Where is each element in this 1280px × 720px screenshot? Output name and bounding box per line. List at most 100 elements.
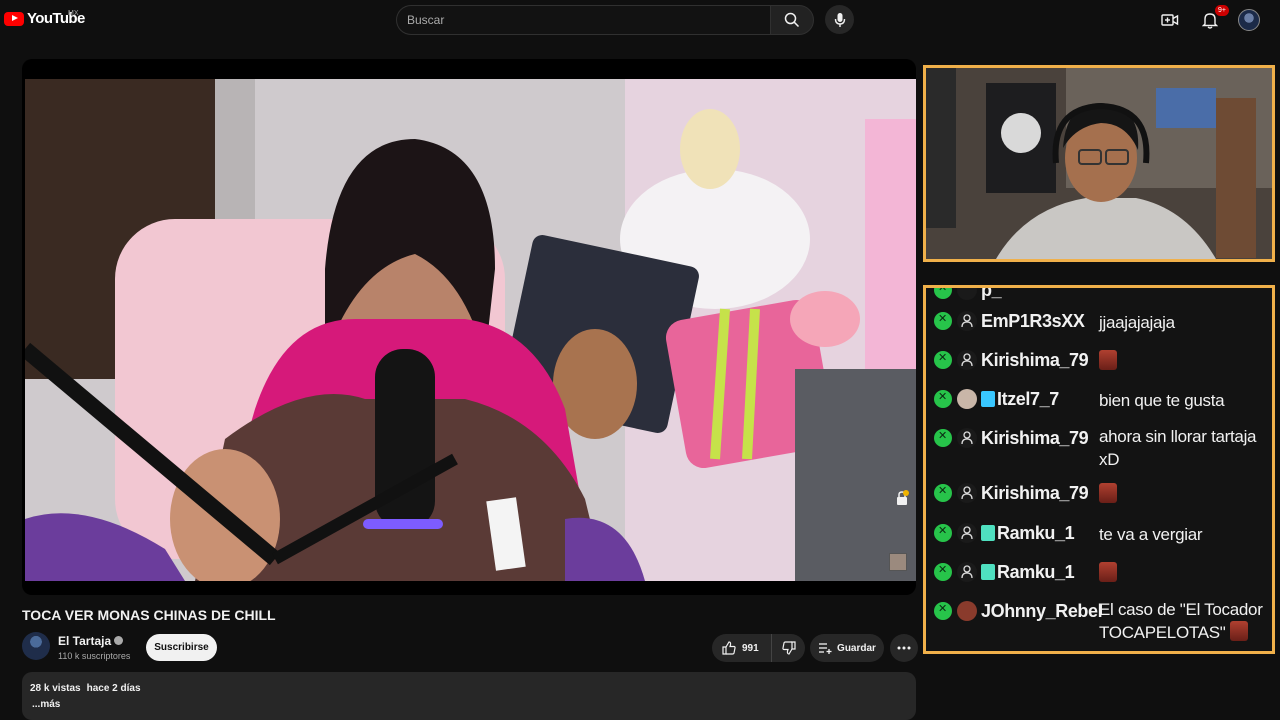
video-frame[interactable] [25, 79, 916, 581]
video-meta: 28 k vistas hace 2 días [30, 683, 147, 694]
video-player[interactable] [22, 59, 916, 595]
moderator-badge-icon [934, 602, 952, 620]
chat-text-continued: TOCAPELOTAS" [1099, 621, 1248, 644]
youtube-play-icon [4, 11, 24, 26]
like-button[interactable]: 991 [712, 634, 772, 662]
notifications-button[interactable]: 9+ [1198, 5, 1229, 32]
moderator-badge-icon [934, 563, 952, 581]
chat-username: Kirishima_79 [981, 350, 1089, 370]
view-count: 28 k vistas [30, 683, 81, 694]
chat-text: bien que te gusta [1099, 391, 1225, 410]
user-icon [957, 562, 977, 582]
like-count: 991 [742, 642, 759, 654]
chat-message: Kirishima_79 [934, 428, 1089, 449]
chat-avatar [957, 601, 977, 621]
notification-badge: 9+ [1215, 5, 1229, 16]
save-button[interactable]: Guardar [810, 634, 884, 662]
moderator-badge-icon [934, 390, 952, 408]
page: YouTube MX Buscar 9+ TOCA VER MONAS CHIN… [0, 0, 1280, 720]
moderator-badge-icon [934, 288, 952, 299]
create-button[interactable] [1158, 8, 1182, 32]
region-code: MX [68, 10, 79, 17]
chat-text-continued: xD [1099, 450, 1120, 469]
lock-icon [895, 490, 909, 511]
emote-icon [1099, 350, 1117, 370]
verified-icon [114, 636, 124, 645]
chat-text: El caso de "El Tocador [1099, 600, 1263, 619]
top-bar: YouTube MX Buscar 9+ [0, 0, 1280, 40]
emote-icon [1229, 621, 1248, 641]
chat-username: JOhnny_Rebel [981, 601, 1103, 621]
chat-username: Itzel7_7 [997, 389, 1059, 409]
thumbs-up-icon [722, 641, 736, 655]
chat-username: Kirishima_79 [981, 483, 1089, 503]
chat-message: Ramku_1 [934, 523, 1075, 544]
chat-text: ahora sin llorar tartaja [1099, 427, 1257, 446]
channel-watermark[interactable] [889, 553, 907, 571]
subscriber-count: 110 k suscriptores [58, 651, 131, 661]
show-more-link[interactable]: ...más [32, 699, 60, 710]
webcam-overlay [923, 65, 1275, 262]
chat-message: Kirishima_79 [934, 483, 1089, 504]
moderator-badge-icon [934, 484, 952, 502]
video-frame-image [25, 79, 916, 581]
user-icon [957, 523, 977, 543]
thumbs-down-icon [781, 641, 796, 655]
chat-message: Ramku_1 [934, 562, 1075, 583]
save-label: Guardar [837, 642, 876, 654]
playlist-add-icon [819, 643, 832, 654]
channel-avatar[interactable] [22, 632, 50, 660]
gift-badge-icon [981, 564, 995, 580]
gift-badge-icon [981, 525, 995, 541]
microphone-icon [834, 12, 845, 27]
dislike-button[interactable] [772, 641, 805, 655]
chat-text: jjaajajajaja [1099, 313, 1175, 332]
chat-username: Ramku_1 [997, 562, 1075, 582]
more-horizontal-icon [897, 646, 911, 650]
chat-emote [1099, 562, 1117, 585]
header-actions: 9+ [1158, 5, 1260, 32]
subscribe-button[interactable]: Suscribirse [146, 634, 217, 661]
moderator-badge-icon [934, 351, 952, 369]
webcam-image [926, 68, 1272, 259]
chat-message: Itzel7_7 [934, 389, 1059, 410]
user-icon [957, 428, 977, 448]
subscriber-badge-icon [981, 391, 995, 407]
channel-name[interactable]: El Tartaja [58, 634, 124, 648]
chat-message: EmP1R3sXX [934, 311, 1085, 332]
chat-message: Kirishima_79 [934, 350, 1089, 371]
chat-username: Kirishima_79 [981, 428, 1089, 448]
moderator-badge-icon [934, 429, 952, 447]
chat-username: Ramku_1 [997, 523, 1075, 543]
search-bar: Buscar [396, 5, 814, 35]
search-input[interactable]: Buscar [396, 5, 770, 35]
chat-text-line: TOCAPELOTAS" [1099, 623, 1226, 642]
chat-emote [1099, 350, 1117, 373]
emote-icon [1099, 483, 1117, 503]
user-icon [957, 311, 977, 331]
channel-name-text[interactable]: El Tartaja [58, 634, 111, 648]
account-avatar[interactable] [1238, 9, 1260, 31]
voice-search-button[interactable] [825, 5, 854, 34]
chat-avatar [957, 389, 977, 409]
description-box[interactable]: 28 k vistas hace 2 días ...más [22, 672, 916, 720]
like-dislike-group: 991 [712, 634, 805, 662]
more-actions-button[interactable] [890, 634, 918, 662]
moderator-badge-icon [934, 312, 952, 330]
chat-username: EmP1R3sXX [981, 311, 1085, 331]
upload-date: hace 2 días [86, 683, 141, 694]
chat-overlay: p_ EmP1R3sXX jjaajajajaja Kirishima_79 I… [923, 285, 1275, 654]
user-icon [957, 483, 977, 503]
moderator-badge-icon [934, 524, 952, 542]
chat-emote [1099, 483, 1117, 506]
chat-message: JOhnny_Rebel [934, 601, 1103, 622]
search-icon [784, 12, 800, 28]
chat-avatar [957, 288, 977, 300]
chat-username: p_ [981, 285, 1002, 300]
chat-message-partial: p_ [934, 285, 1002, 301]
search-button[interactable] [770, 5, 814, 35]
chat-text: te va a vergiar [1099, 525, 1203, 544]
emote-icon [1099, 562, 1117, 582]
video-title: TOCA VER MONAS CHINAS DE CHILL [22, 607, 276, 623]
user-icon [957, 350, 977, 370]
